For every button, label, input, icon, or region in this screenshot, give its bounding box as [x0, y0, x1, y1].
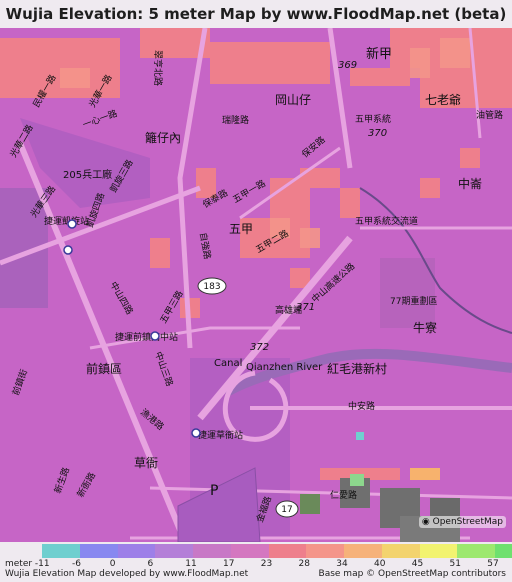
credit-right[interactable]: Base map © OpenStreetMap contributors	[319, 569, 506, 579]
legend-tick-label: 57	[487, 559, 499, 569]
legend-tick-label: 17	[223, 559, 235, 569]
route-17-shield: 17	[275, 500, 299, 518]
road-label: 中安路	[348, 400, 375, 412]
legend-swatch	[344, 544, 383, 558]
road-label: 翠亨北路	[152, 50, 164, 86]
place-label: 籬仔內	[145, 130, 181, 145]
road-label: 仁愛路	[330, 489, 357, 501]
legend-swatch	[79, 544, 118, 558]
road-label: 瑞隆路	[222, 114, 249, 126]
legend-tick-label: 6	[147, 559, 154, 569]
legend-tick-label: 23	[260, 559, 273, 569]
legend-tick-label: -6	[72, 559, 81, 569]
svg-text:183: 183	[203, 282, 220, 292]
legend-swatch	[381, 544, 420, 558]
legend-swatch	[457, 544, 496, 558]
route-183-shield: 183	[197, 277, 227, 295]
place-label: 捷運凱旋站	[44, 215, 89, 227]
place-label: 五甲	[229, 222, 253, 236]
legend-swatch	[419, 544, 458, 558]
place-label: 草衙	[134, 456, 158, 470]
osm-logo-icon: ◉	[421, 517, 430, 527]
place-label: P	[210, 483, 218, 499]
credit-left[interactable]: Wujia Elevation Map developed by www.Flo…	[5, 569, 248, 579]
place-label: 五甲系統	[355, 113, 391, 125]
place-label: 新甲	[366, 46, 392, 62]
route-371-label: 371	[296, 302, 315, 313]
legend-swatch	[193, 544, 232, 558]
place-label: 前鎮區	[86, 361, 122, 376]
place-label: 五甲系統交流道	[355, 215, 418, 227]
place-label: 205兵工廠	[63, 168, 112, 181]
place-label: Qianzhen River	[246, 362, 323, 373]
legend-swatch	[230, 544, 269, 558]
place-label: 中崙	[458, 176, 482, 191]
legend-tick-label: 51	[449, 559, 461, 569]
legend-swatch	[495, 544, 512, 558]
place-label: 紅毛港新村	[327, 361, 387, 376]
place-label: 岡山仔	[275, 93, 311, 107]
osm-badge[interactable]: ◉ OpenStreetMap	[418, 516, 506, 528]
legend-tick-label: 40	[374, 559, 386, 569]
place-label: 77期重劃區	[390, 295, 437, 307]
place-label: 牛寮	[413, 320, 437, 335]
legend-swatch	[42, 544, 81, 558]
elevation-map[interactable]: 新甲 岡山仔 七老爺 籬仔內 五甲 205兵工廠 中崙 牛寮 前鎮區 紅毛港新村…	[0, 27, 512, 544]
place-label: 七老爺	[425, 93, 461, 107]
legend-tick-label: 11	[185, 559, 197, 569]
place-label: Canal	[214, 358, 242, 369]
legend-tick-label: 45	[411, 559, 424, 569]
legend-swatch	[268, 544, 307, 558]
place-label: 捷運草衙站	[198, 429, 243, 441]
place-label: 捷運前鎮高中站	[115, 331, 178, 343]
legend-tick-label: 34	[336, 559, 348, 569]
route-369-label: 369	[338, 60, 357, 71]
elevation-legend: meter -11 -6 0 6 11 17 23 28 34 40 45 51 57 Wujia El…	[0, 542, 512, 582]
svg-text:17: 17	[281, 505, 292, 515]
map-canvas: 新甲 岡山仔 七老爺 籬仔內 五甲 205兵工廠 中崙 牛寮 前鎮區 紅毛港新村…	[0, 27, 512, 544]
legend-swatch	[155, 544, 194, 558]
legend-tick-label: 28	[298, 559, 310, 569]
legend-swatch	[117, 544, 156, 558]
legend-tick-label: 0	[109, 559, 116, 569]
low-elevation-area	[380, 258, 435, 328]
page-title: Wujia Elevation: 5 meter Map by www.Floo…	[5, 5, 507, 23]
place-label: 油管路	[476, 109, 503, 121]
route-370-label: 370	[368, 128, 387, 139]
route-372-label: 372	[250, 342, 269, 353]
legend-swatch	[306, 544, 345, 558]
legend-unit-label: meter -11	[5, 559, 50, 569]
